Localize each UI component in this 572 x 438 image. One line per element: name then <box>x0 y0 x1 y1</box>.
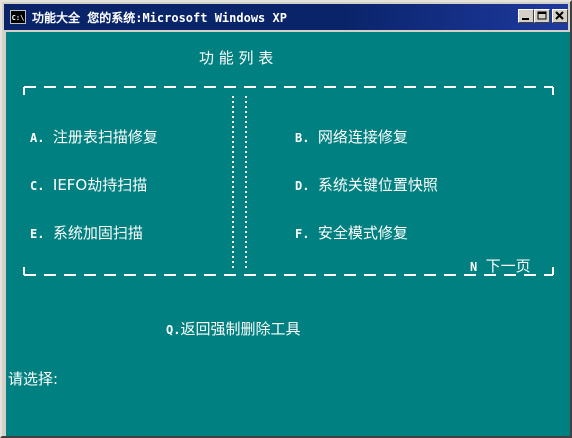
window-title: 功能大全 您的系统:Microsoft Windows XP <box>32 10 287 25</box>
option-key: C. <box>30 179 45 193</box>
menu-heading: 功 能 列 表 <box>199 49 274 67</box>
menu-option-e[interactable]: E. 系统加固扫描 <box>30 225 143 242</box>
back-option[interactable]: Q.返回强制删除工具 <box>166 321 300 338</box>
option-label: IEFO劫持扫描 <box>52 176 148 194</box>
console-app-icon[interactable]: C:\ <box>10 10 26 24</box>
maximize-button[interactable] <box>534 9 550 23</box>
menu-option-b[interactable]: B. 网络连接修复 <box>295 129 408 146</box>
option-key: F. <box>295 227 310 241</box>
option-key: A. <box>30 131 45 145</box>
option-label: 下一页 <box>485 257 531 275</box>
console-area[interactable]: 功 能 列 表 A. 注册表扫描修复 B. 网络连接修复 C. IEFO劫持扫描… <box>6 32 570 436</box>
menu-option-f[interactable]: F. 安全模式修复 <box>295 225 408 242</box>
menu-option-d[interactable]: D. 系统关键位置快照 <box>295 177 438 194</box>
option-label: 注册表扫描修复 <box>52 128 158 146</box>
close-button[interactable] <box>552 9 568 23</box>
close-icon <box>555 11 564 20</box>
option-key: E. <box>30 227 45 241</box>
option-label: 返回强制删除工具 <box>180 320 301 338</box>
console-window: C:\ 功能大全 您的系统:Microsoft Windows XP 功 能 列… <box>0 0 572 438</box>
menu-option-a[interactable]: A. 注册表扫描修复 <box>30 129 158 146</box>
option-label: 系统关键位置快照 <box>317 176 438 194</box>
option-label: 系统加固扫描 <box>52 224 143 242</box>
minimize-icon <box>522 18 529 20</box>
input-prompt[interactable]: 请选择: <box>8 371 58 387</box>
next-page-option[interactable]: N 下一页 <box>470 258 531 275</box>
option-key: N <box>470 260 478 274</box>
option-label: 安全模式修复 <box>317 224 408 242</box>
title-bar[interactable]: C:\ 功能大全 您的系统:Microsoft Windows XP <box>4 4 568 30</box>
minimize-button[interactable] <box>518 9 534 23</box>
option-key: D. <box>295 179 310 193</box>
option-key: Q. <box>166 323 181 337</box>
maximize-icon <box>537 11 547 20</box>
option-key: B. <box>295 131 310 145</box>
menu-option-c[interactable]: C. IEFO劫持扫描 <box>30 177 147 194</box>
option-label: 网络连接修复 <box>317 128 408 146</box>
